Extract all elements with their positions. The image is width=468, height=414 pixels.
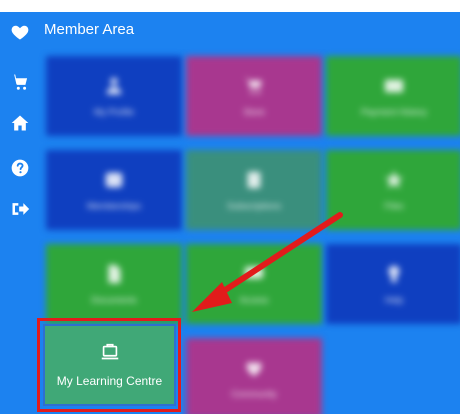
- document-icon: [243, 169, 265, 191]
- tile-memberships[interactable]: Memberships: [46, 150, 182, 230]
- tile-help[interactable]: Help: [326, 244, 460, 324]
- heart-icon[interactable]: [8, 20, 32, 44]
- tile-label: Files: [384, 200, 404, 211]
- heart-shield-icon: [243, 357, 265, 379]
- help-icon[interactable]: [8, 156, 32, 180]
- tile-files[interactable]: Files: [326, 150, 460, 230]
- tile-my-profile[interactable]: My Profile: [46, 56, 182, 136]
- tile-documents[interactable]: Documents: [46, 244, 182, 324]
- tile-label: Memberships: [86, 200, 142, 211]
- laptop-icon: [99, 342, 121, 369]
- home-icon[interactable]: [8, 111, 32, 135]
- tile-label: Subscriptions: [226, 200, 282, 211]
- user-icon: [103, 75, 125, 97]
- header: Member Area: [40, 12, 460, 46]
- id-card-icon: [103, 169, 125, 191]
- tile-label: Access: [239, 294, 269, 305]
- bulb-icon: [383, 263, 405, 285]
- tile-access[interactable]: Access: [186, 244, 322, 324]
- tile-label: Payment History: [360, 106, 428, 117]
- tile-label: Community: [231, 388, 277, 399]
- tile-payment-history[interactable]: Payment History: [326, 56, 460, 136]
- star-icon: [383, 169, 405, 191]
- tile-subscriptions[interactable]: Subscriptions: [186, 150, 322, 230]
- page-title: Member Area: [44, 20, 135, 38]
- tile-label: Help: [384, 294, 404, 305]
- tile-my-learning-centre[interactable]: My Learning Centre: [43, 324, 176, 406]
- tile-community[interactable]: Community: [186, 338, 322, 414]
- file-icon: [103, 263, 125, 285]
- shopping-cart-icon[interactable]: [8, 70, 32, 94]
- sidebar: [0, 12, 40, 414]
- sign-out-icon[interactable]: [8, 197, 32, 221]
- tile-store[interactable]: Store: [186, 56, 322, 136]
- tile-label: My Profile: [93, 106, 134, 117]
- card-icon: [383, 75, 405, 97]
- tile-label: My Learning Centre: [56, 374, 163, 388]
- cart-icon: [243, 75, 265, 97]
- chat-icon: [243, 263, 265, 285]
- tile-label: Store: [243, 106, 265, 117]
- tile-label: Documents: [91, 294, 137, 305]
